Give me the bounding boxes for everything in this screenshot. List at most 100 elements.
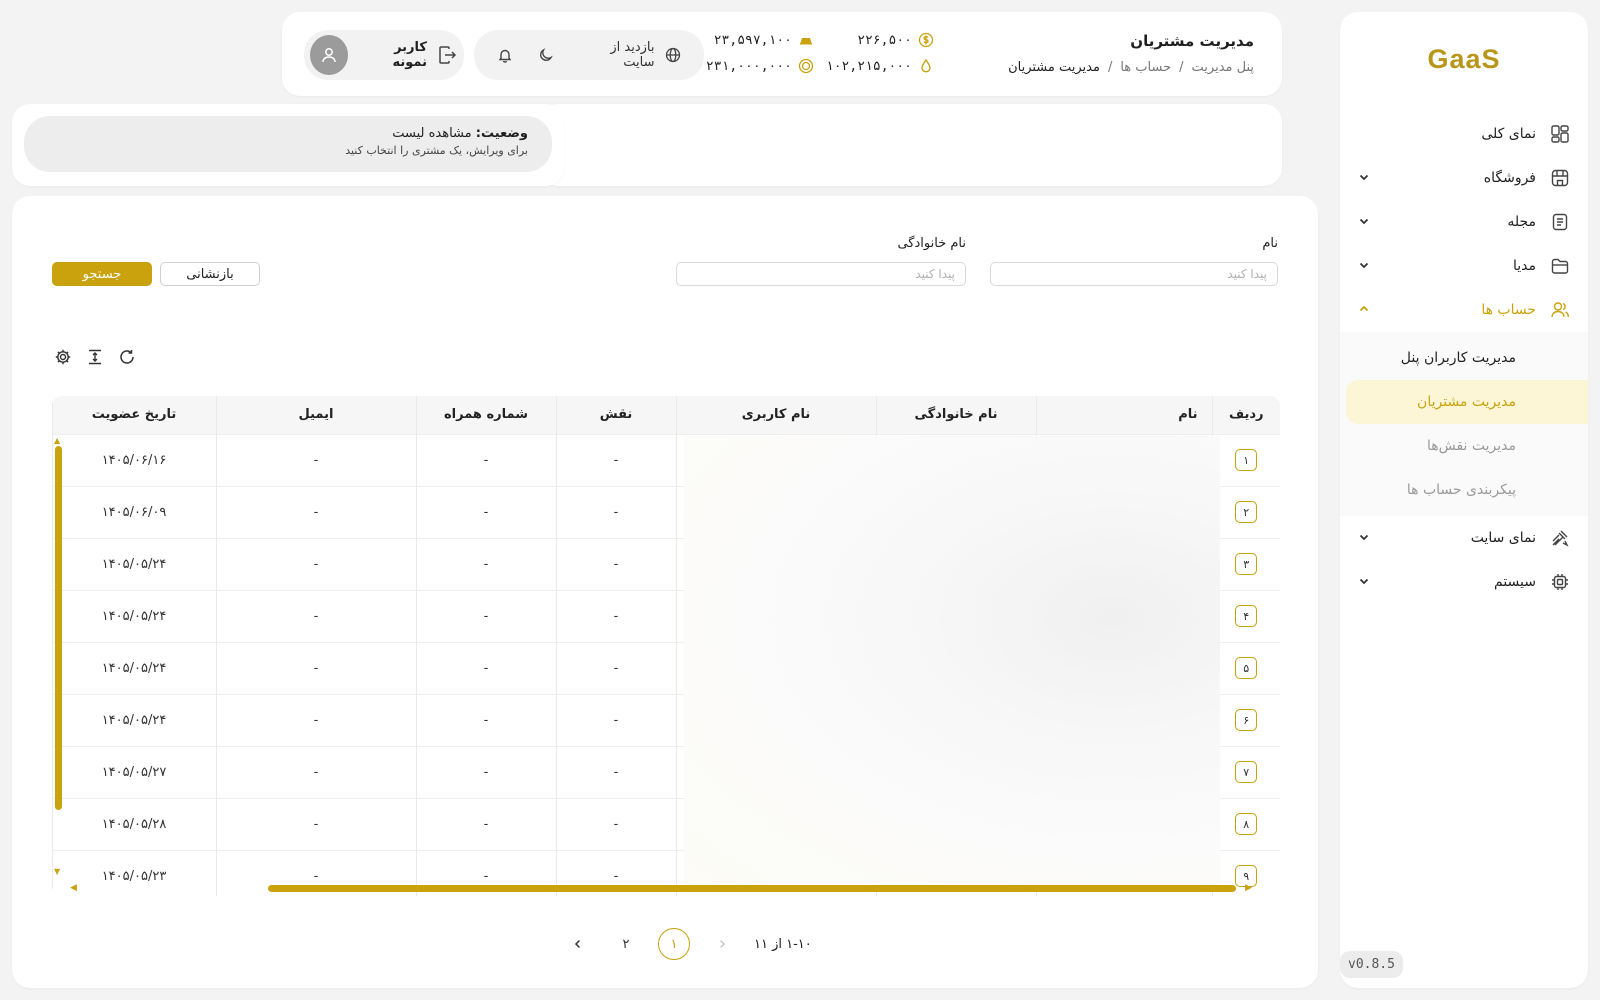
version-badge: v0.8.5 <box>1340 951 1403 978</box>
sidebar-item-label: نمای کلی <box>1481 126 1536 142</box>
cell-email: - <box>215 797 416 850</box>
sidebar-item-overview[interactable]: نمای کلی <box>1340 112 1588 156</box>
row-number-badge: ۴ <box>1235 605 1258 627</box>
stat-gold: ۲۳,۵۹۷,۱۰۰ <box>714 32 814 48</box>
cell-role: - <box>555 433 676 486</box>
vertical-scrollbar[interactable]: ▲ ▼ <box>52 434 64 878</box>
submenu-customers[interactable]: مدیریت مشتریان <box>1346 380 1588 424</box>
user-menu[interactable]: کاربر نمونه <box>304 30 464 80</box>
cell-role: - <box>555 485 676 538</box>
submenu-roles[interactable]: مدیریت نقش‌ها <box>1340 424 1588 468</box>
sidebar-item-accounts[interactable]: حساب ها <box>1340 288 1588 332</box>
sidebar-item-store[interactable]: فروشگاه <box>1340 156 1588 200</box>
row-number-badge: ۱ <box>1235 449 1258 471</box>
sidebar-item-label: مدیا <box>1512 258 1536 274</box>
folder-icon <box>1550 256 1570 276</box>
col-header-username[interactable]: نام کاربری <box>675 396 876 434</box>
search-button[interactable]: جستجو <box>52 262 152 286</box>
cell-phone: - <box>415 433 556 486</box>
scroll-down-icon[interactable]: ▼ <box>54 867 60 876</box>
col-header-row-number[interactable]: ردیف <box>1211 396 1280 434</box>
cell-phone: - <box>415 641 556 694</box>
logout-icon[interactable] <box>437 44 458 66</box>
col-header-phone[interactable]: شماره همراه <box>415 396 556 434</box>
chevron-down-icon <box>1356 531 1372 546</box>
cell-join-date: ۱۴۰۵/۰۵/۲۸ <box>52 797 216 850</box>
next-page-button[interactable] <box>562 928 594 960</box>
horizontal-scrollbar[interactable]: ◀ ▶ <box>68 883 1254 895</box>
chevron-up-icon <box>1356 303 1372 318</box>
last-name-input[interactable] <box>676 262 966 286</box>
scroll-right-icon[interactable]: ▶ <box>1245 883 1252 893</box>
scroll-up-icon[interactable]: ▲ <box>54 436 60 445</box>
avatar[interactable] <box>309 35 349 75</box>
status-value: مشاهده لیست <box>392 126 472 141</box>
cell-role: - <box>555 641 676 694</box>
breadcrumb-item-accounts[interactable]: حساب ها <box>1120 60 1171 75</box>
col-header-first-name[interactable]: نام <box>1035 396 1212 434</box>
chevron-down-icon <box>1356 171 1372 186</box>
sidebar-item-label: مجله <box>1507 214 1536 230</box>
row-number-badge: ۲ <box>1235 501 1258 523</box>
sidebar-item-site-view[interactable]: نمای سایت <box>1340 516 1588 560</box>
sidebar-item-media[interactable]: مدیا <box>1340 244 1588 288</box>
submenu-account-config[interactable]: پیکربندی حساب ها <box>1340 468 1588 512</box>
reset-button[interactable]: بازنشانی <box>160 262 260 286</box>
page-button-1[interactable]: ۱ <box>658 928 690 960</box>
scroll-left-icon[interactable]: ◀ <box>70 883 77 893</box>
stat-coin-value: ۲۳۱,۰۰۰,۰۰۰ <box>705 58 792 74</box>
col-header-role[interactable]: نقش <box>555 396 676 434</box>
visit-site-button[interactable]: بازدید از سایت <box>577 40 684 70</box>
submenu-panel-users[interactable]: مدیریت کاربران پنل <box>1340 336 1588 380</box>
cell-join-date: ۱۴۰۵/۰۵/۲۷ <box>52 745 216 798</box>
col-header-last-name[interactable]: نام خانوادگی <box>875 396 1036 434</box>
breadcrumb-separator: / <box>1107 60 1113 75</box>
palette-icon <box>1550 528 1570 548</box>
sidebar-item-label: سیستم <box>1494 574 1536 590</box>
stat-dollar-value: ۲۲۶,۵۰۰ <box>857 32 912 48</box>
breadcrumb-item-panel[interactable]: پنل مدیریت <box>1192 60 1254 75</box>
gear-icon[interactable] <box>54 348 72 366</box>
stat-dollar: ۲۲۶,۵۰۰ <box>857 32 934 48</box>
column-height-icon[interactable] <box>86 348 104 366</box>
stat-drop: ۱۰۲,۲۱۵,۰۰۰ <box>826 58 934 74</box>
cell-row-number: ۳ <box>1211 537 1280 590</box>
bell-icon[interactable] <box>494 44 516 66</box>
sidebar: GaaS نمای کلی فروشگاه مجله مدیا حساب ها … <box>1340 12 1588 988</box>
table-header-row: ردیف نام نام خانوادگی نام کاربری نقش شما… <box>52 396 1280 434</box>
customers-panel: نام نام خانوادگی بازنشانی جستجو ردیف نام <box>12 196 1318 988</box>
refresh-icon[interactable] <box>118 348 136 366</box>
status-card: وضعیت: مشاهده لیست برای ویرایش، یک مشتری… <box>12 104 564 186</box>
cell-role: - <box>555 537 676 590</box>
dashboard-grid-icon <box>1550 124 1570 144</box>
cell-role: - <box>555 797 676 850</box>
row-number-badge: ۵ <box>1235 657 1258 679</box>
users-icon <box>1550 300 1570 320</box>
cell-join-date: ۱۴۰۵/۰۵/۲۴ <box>52 693 216 746</box>
cell-email: - <box>215 589 416 642</box>
cell-email: - <box>215 745 416 798</box>
cell-join-date: ۱۴۰۵/۰۶/۱۶ <box>52 433 216 486</box>
gold-bar-icon <box>798 32 814 48</box>
page-button-2[interactable]: ۲ <box>610 928 642 960</box>
cell-phone: - <box>415 797 556 850</box>
pagination-range: ۱-۱۰ از ۱۱ <box>754 936 812 952</box>
sidebar-item-magazine[interactable]: مجله <box>1340 200 1588 244</box>
col-header-email[interactable]: ایمیل <box>215 396 416 434</box>
first-name-input[interactable] <box>990 262 1278 286</box>
cell-phone: - <box>415 537 556 590</box>
horizontal-scroll-thumb[interactable] <box>268 885 1236 892</box>
col-header-join-date[interactable]: تاریخ عضویت <box>52 396 216 434</box>
moon-icon[interactable] <box>536 44 558 66</box>
stat-coin: ۲۳۱,۰۰۰,۰۰۰ <box>706 58 814 74</box>
coin-icon <box>798 58 814 74</box>
sidebar-item-system[interactable]: سیستم <box>1340 560 1588 604</box>
prev-page-button[interactable] <box>706 928 738 960</box>
chevron-down-icon <box>1356 215 1372 230</box>
cell-phone: - <box>415 745 556 798</box>
table-toolbar <box>54 348 136 366</box>
cell-row-number: ۴ <box>1211 589 1280 642</box>
vertical-scroll-thumb[interactable] <box>55 446 62 810</box>
cpu-icon <box>1550 572 1570 592</box>
cell-email: - <box>215 485 416 538</box>
